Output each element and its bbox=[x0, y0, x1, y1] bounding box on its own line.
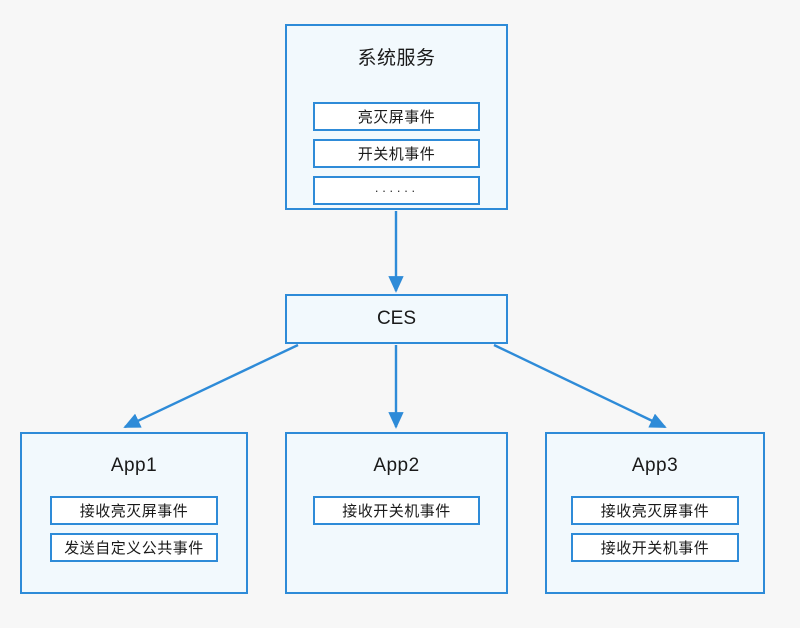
node-app3[interactable]: App3 接收亮灭屏事件 接收开关机事件 bbox=[545, 432, 765, 594]
node-system-service[interactable]: 系统服务 亮灭屏事件 开关机事件 ······ bbox=[285, 24, 508, 210]
node-app3-title: App3 bbox=[631, 455, 679, 476]
node-ces-title: CES bbox=[376, 308, 417, 329]
node-app2-items: 接收开关机事件 bbox=[287, 496, 506, 525]
diagram-canvas: 系统服务 亮灭屏事件 开关机事件 ······ CES App1 接收亮灭屏事件… bbox=[0, 0, 800, 628]
item-receive-power-event[interactable]: 接收开关机事件 bbox=[571, 533, 739, 562]
connector-ces-to-app3 bbox=[493, 343, 667, 429]
item-receive-power-event[interactable]: 接收开关机事件 bbox=[313, 496, 480, 525]
node-app2-title: App2 bbox=[373, 455, 420, 476]
connector-ces-to-app1 bbox=[123, 343, 299, 429]
item-ellipsis[interactable]: ······ bbox=[313, 176, 480, 205]
node-ces[interactable]: CES bbox=[285, 294, 508, 344]
item-receive-screen-on-off-event[interactable]: 接收亮灭屏事件 bbox=[50, 496, 218, 525]
node-system-service-title: 系统服务 bbox=[357, 48, 436, 69]
node-app1[interactable]: App1 接收亮灭屏事件 发送自定义公共事件 bbox=[20, 432, 248, 594]
item-send-custom-common-event[interactable]: 发送自定义公共事件 bbox=[50, 533, 218, 562]
node-app1-items: 接收亮灭屏事件 发送自定义公共事件 bbox=[22, 496, 246, 562]
node-app1-title: App1 bbox=[110, 455, 158, 476]
node-system-service-items: 亮灭屏事件 开关机事件 ······ bbox=[287, 102, 506, 205]
node-app2[interactable]: App2 接收开关机事件 bbox=[285, 432, 508, 594]
node-app3-items: 接收亮灭屏事件 接收开关机事件 bbox=[547, 496, 763, 562]
item-receive-screen-on-off-event[interactable]: 接收亮灭屏事件 bbox=[571, 496, 739, 525]
item-power-event[interactable]: 开关机事件 bbox=[313, 139, 480, 168]
item-screen-on-off-event[interactable]: 亮灭屏事件 bbox=[313, 102, 480, 131]
